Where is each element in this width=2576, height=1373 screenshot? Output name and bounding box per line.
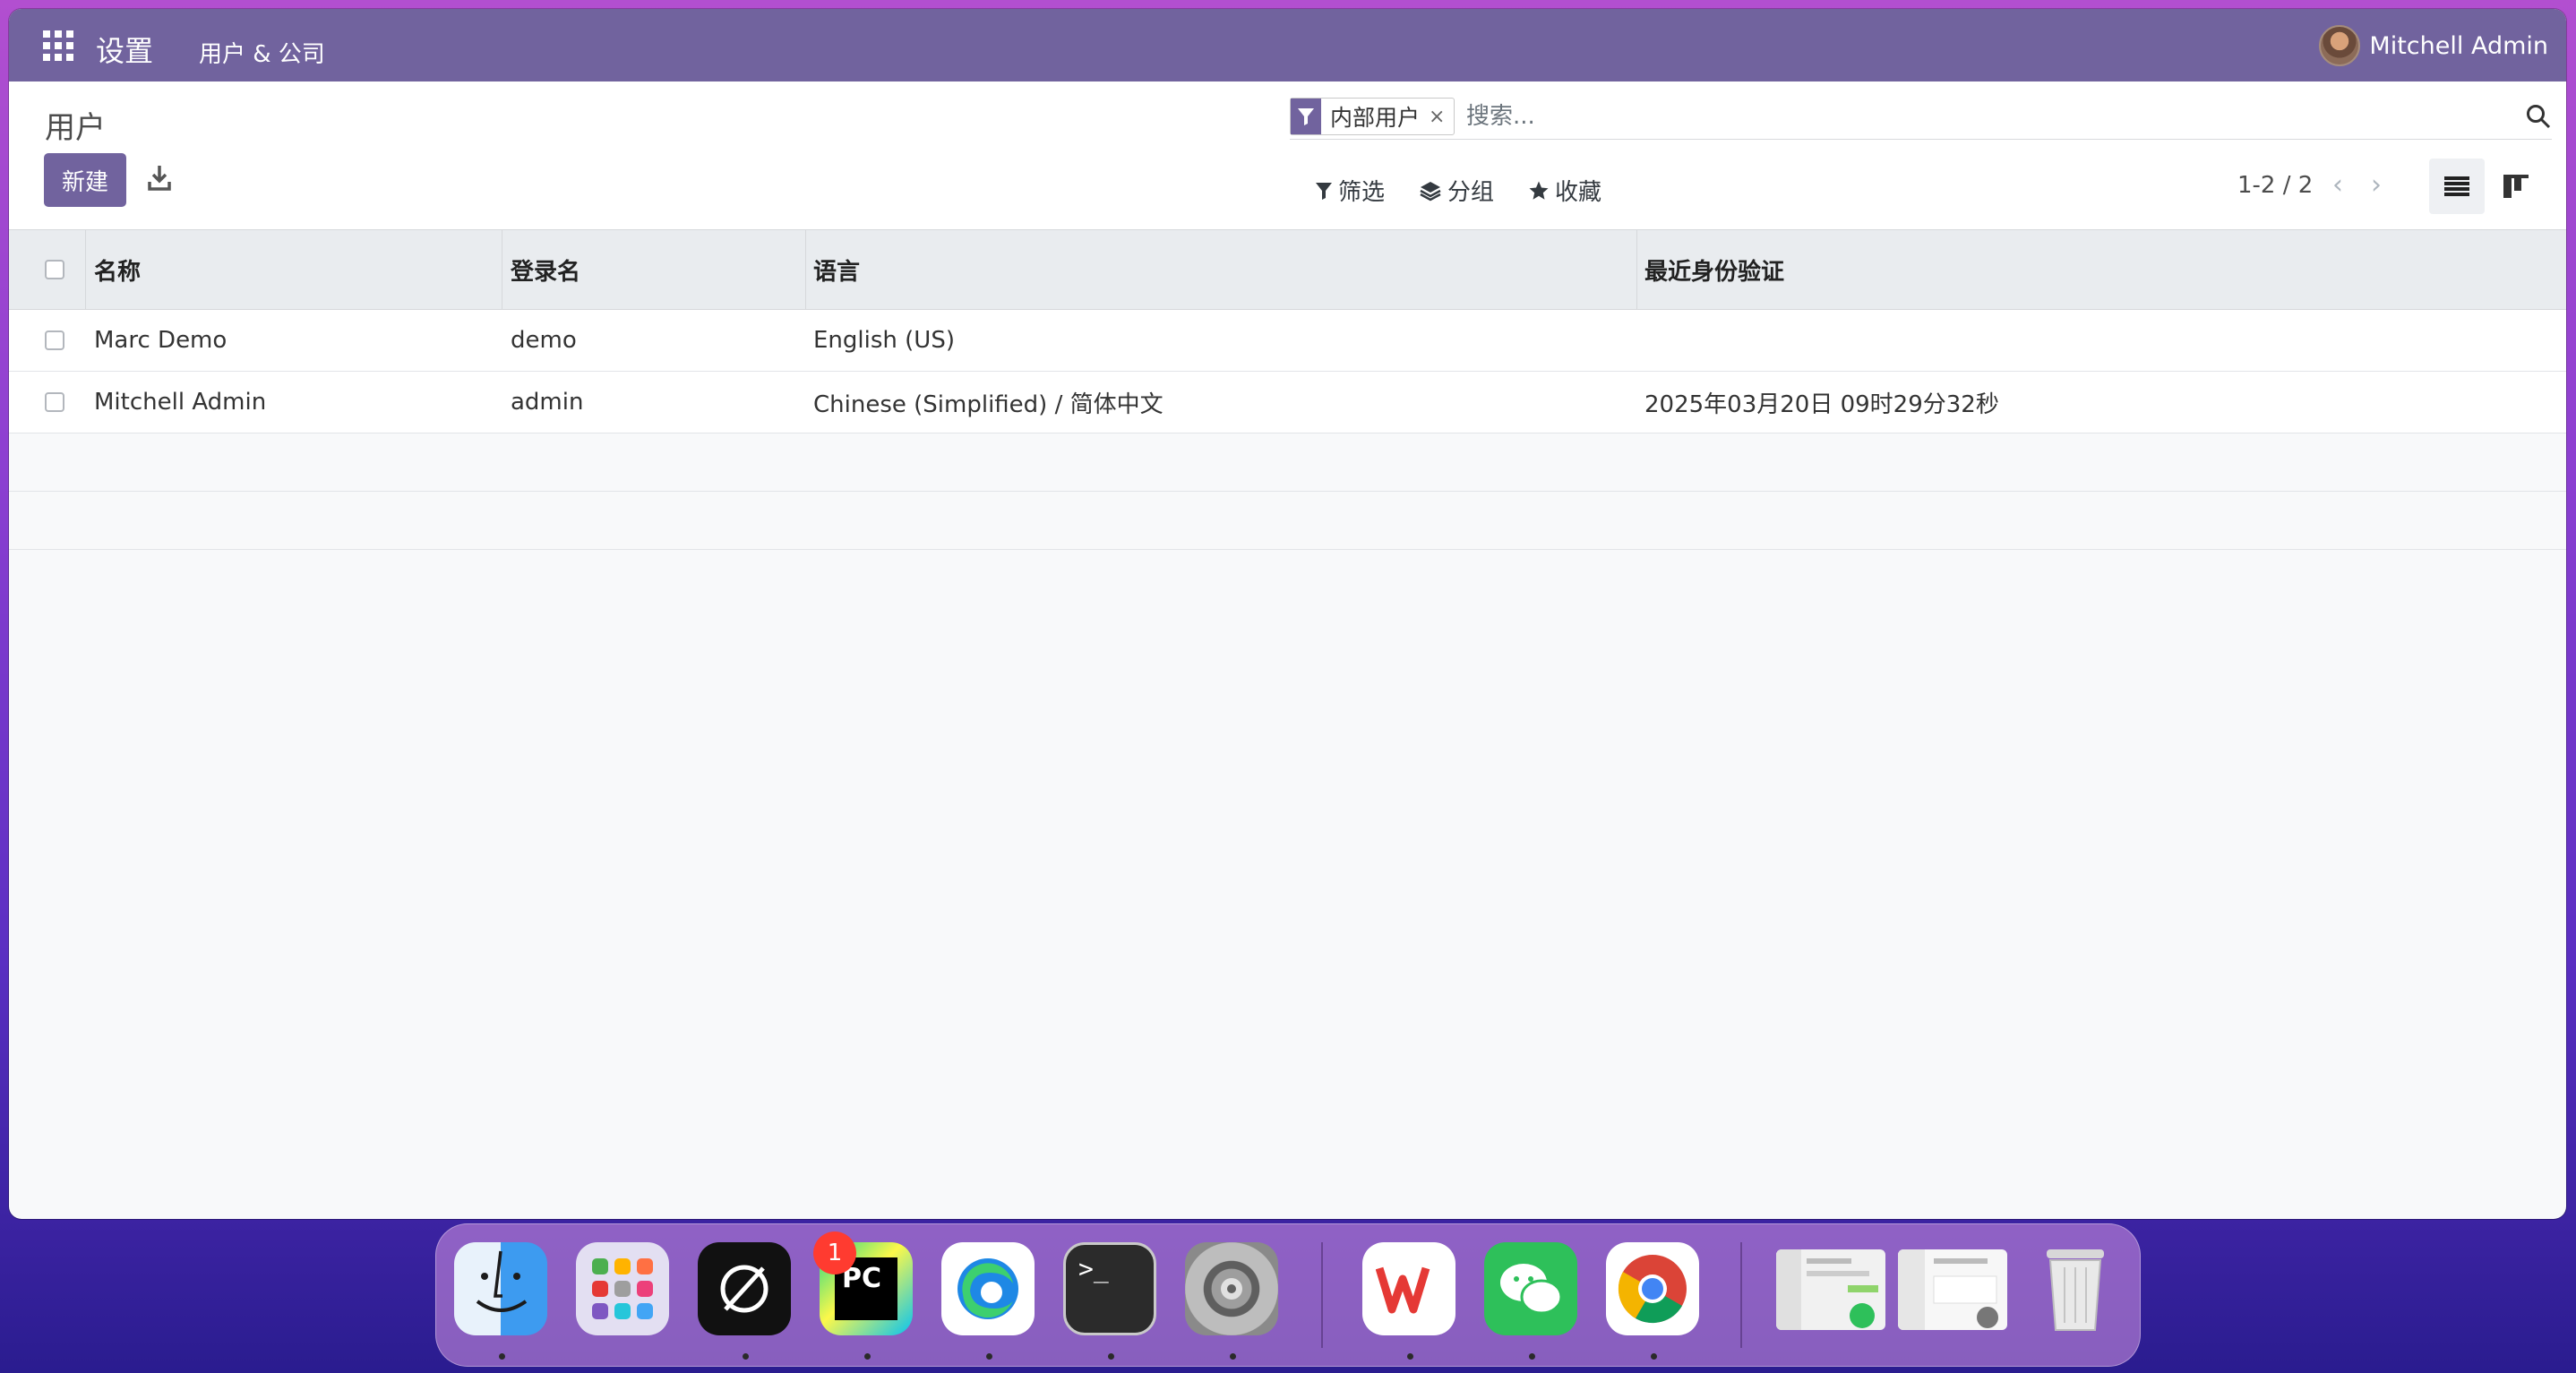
pager-next-icon[interactable]: ›	[2363, 169, 2390, 202]
search-input[interactable]	[1464, 98, 2453, 135]
favorites-label: 收藏	[1555, 179, 1602, 206]
filter-icon	[1316, 182, 1332, 200]
menu-users-companies[interactable]: 用户 & 公司	[199, 36, 325, 69]
window-thumbnail-wechat[interactable]	[1776, 1249, 1885, 1330]
table-row[interactable]: Mitchell Admin admin Chinese (Simplified…	[9, 372, 2566, 433]
table-row-empty	[9, 433, 2566, 492]
users-list: 名称 登录名 语言 最近身份验证 Marc Demo demo English …	[9, 229, 2566, 550]
chrome-icon[interactable]	[1606, 1242, 1699, 1335]
cell-name: Mitchell Admin	[94, 389, 267, 416]
search-options: 筛选 分组 收藏	[1315, 174, 1601, 207]
row-checkbox[interactable]	[45, 310, 64, 371]
app-brand[interactable]: 设置	[96, 29, 153, 70]
filters-label: 筛选	[1338, 179, 1386, 206]
avatar	[2319, 25, 2361, 66]
groupby-label: 分组	[1447, 179, 1495, 206]
edge-icon[interactable]	[941, 1242, 1035, 1335]
app-menu-grid-icon[interactable]	[43, 30, 73, 61]
table-header: 名称 登录名 语言 最近身份验证	[9, 229, 2566, 310]
cell-language: Chinese (Simplified) / 简体中文	[813, 390, 1163, 418]
filter-icon	[1291, 99, 1321, 134]
filters-button[interactable]: 筛选	[1315, 174, 1385, 207]
control-panel: 用户 新建 内部用户 × 筛选	[9, 82, 2566, 229]
user-name: Mitchell Admin	[2369, 31, 2548, 60]
search-bar: 内部用户 ×	[1290, 98, 2552, 140]
download-icon[interactable]	[146, 162, 173, 194]
top-navbar: 设置 用户 & 公司 Mitchell Admin	[9, 9, 2566, 82]
window-thumbnail-settings[interactable]	[1898, 1249, 2007, 1330]
table-row-empty	[9, 492, 2566, 550]
pager-value[interactable]: 1-2 / 2	[2237, 172, 2313, 199]
favorites-button[interactable]: 收藏	[1528, 174, 1601, 207]
notification-badge: 1	[813, 1231, 856, 1274]
terminal-prompt-text: >_	[1078, 1254, 1109, 1283]
column-header-login[interactable]: 登录名	[511, 230, 580, 309]
star-icon	[1529, 181, 1549, 200]
pager-previous-icon[interactable]: ‹	[2324, 169, 2351, 202]
column-header-name[interactable]: 名称	[94, 230, 141, 309]
wechat-icon[interactable]	[1484, 1242, 1577, 1335]
user-menu[interactable]: Mitchell Admin	[2319, 25, 2548, 66]
column-header-last-auth[interactable]: 最近身份验证	[1644, 230, 1784, 309]
cell-name: Marc Demo	[94, 327, 228, 354]
finder-icon[interactable]	[454, 1242, 547, 1335]
select-all-checkbox[interactable]	[45, 230, 64, 309]
wps-icon[interactable]	[1362, 1242, 1455, 1335]
cell-language: English (US)	[813, 327, 955, 354]
browser-window: 设置 用户 & 公司 Mitchell Admin 用户 新建 内部用户 × 搜…	[9, 9, 2566, 1219]
kanban-view-icon[interactable]	[2488, 159, 2544, 214]
column-header-language[interactable]: 语言	[813, 230, 860, 309]
facet-label: 内部用户	[1330, 105, 1421, 131]
groupby-button[interactable]: 分组	[1419, 174, 1494, 207]
page-title: 用户	[45, 110, 106, 146]
system-settings-icon[interactable]	[1185, 1242, 1278, 1335]
cell-login: admin	[511, 389, 584, 416]
layers-icon	[1420, 181, 1441, 201]
macos-dock: PC >_	[435, 1223, 2141, 1367]
launchpad-icon[interactable]	[576, 1242, 669, 1335]
trash-icon[interactable]	[2029, 1242, 2122, 1335]
cell-last-auth: 2025年03月20日 09时29分32秒	[1644, 390, 1999, 418]
perplexity-icon[interactable]	[698, 1242, 791, 1335]
facet-remove-icon[interactable]: ×	[1429, 106, 1454, 128]
cell-login: demo	[511, 327, 577, 354]
list-view-icon[interactable]	[2429, 159, 2485, 214]
search-facet: 内部用户 ×	[1290, 98, 1455, 135]
table-row[interactable]: Marc Demo demo English (US)	[9, 310, 2566, 372]
search-icon[interactable]	[2525, 103, 2552, 130]
terminal-icon[interactable]: >_	[1063, 1242, 1156, 1335]
row-checkbox[interactable]	[45, 372, 64, 433]
new-button[interactable]: 新建	[44, 153, 126, 207]
